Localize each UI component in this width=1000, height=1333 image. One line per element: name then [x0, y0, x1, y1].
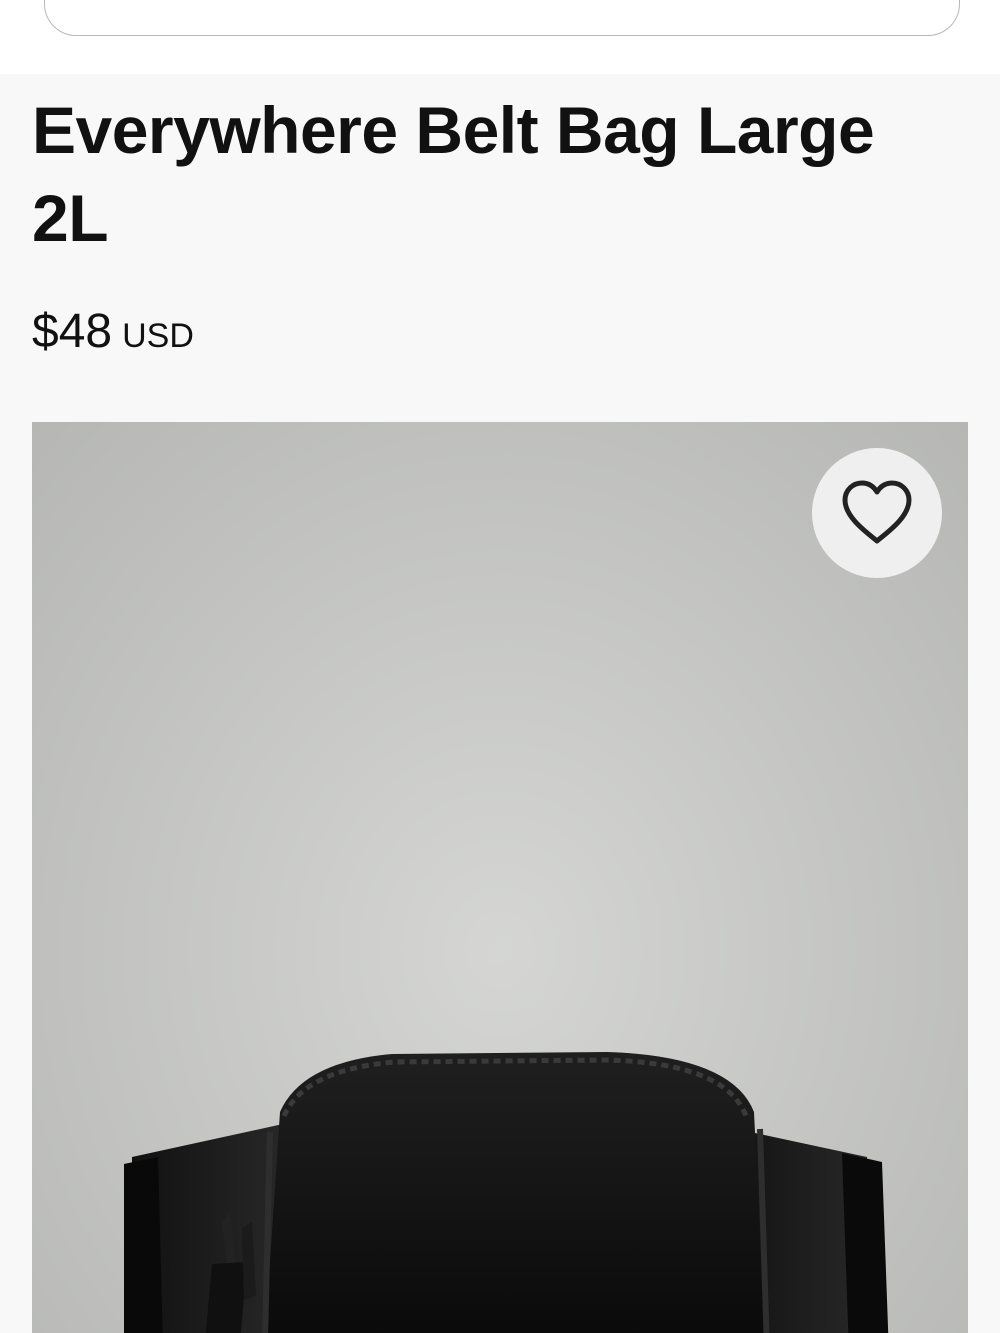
price-currency: USD	[122, 317, 194, 355]
product-title: Everywhere Belt Bag Large 2L	[32, 93, 875, 255]
price-row: $48 USD	[32, 304, 194, 364]
heart-outline-icon	[842, 480, 912, 544]
favorite-button[interactable]	[812, 448, 942, 578]
product-image[interactable]	[32, 422, 968, 1333]
price-amount: $48	[32, 305, 113, 358]
belt-bag-image	[124, 1052, 889, 1333]
product-details: Everywhere Belt Bag Large 2L $48 USD	[0, 74, 1000, 1333]
top-search-bar[interactable]	[44, 0, 960, 36]
